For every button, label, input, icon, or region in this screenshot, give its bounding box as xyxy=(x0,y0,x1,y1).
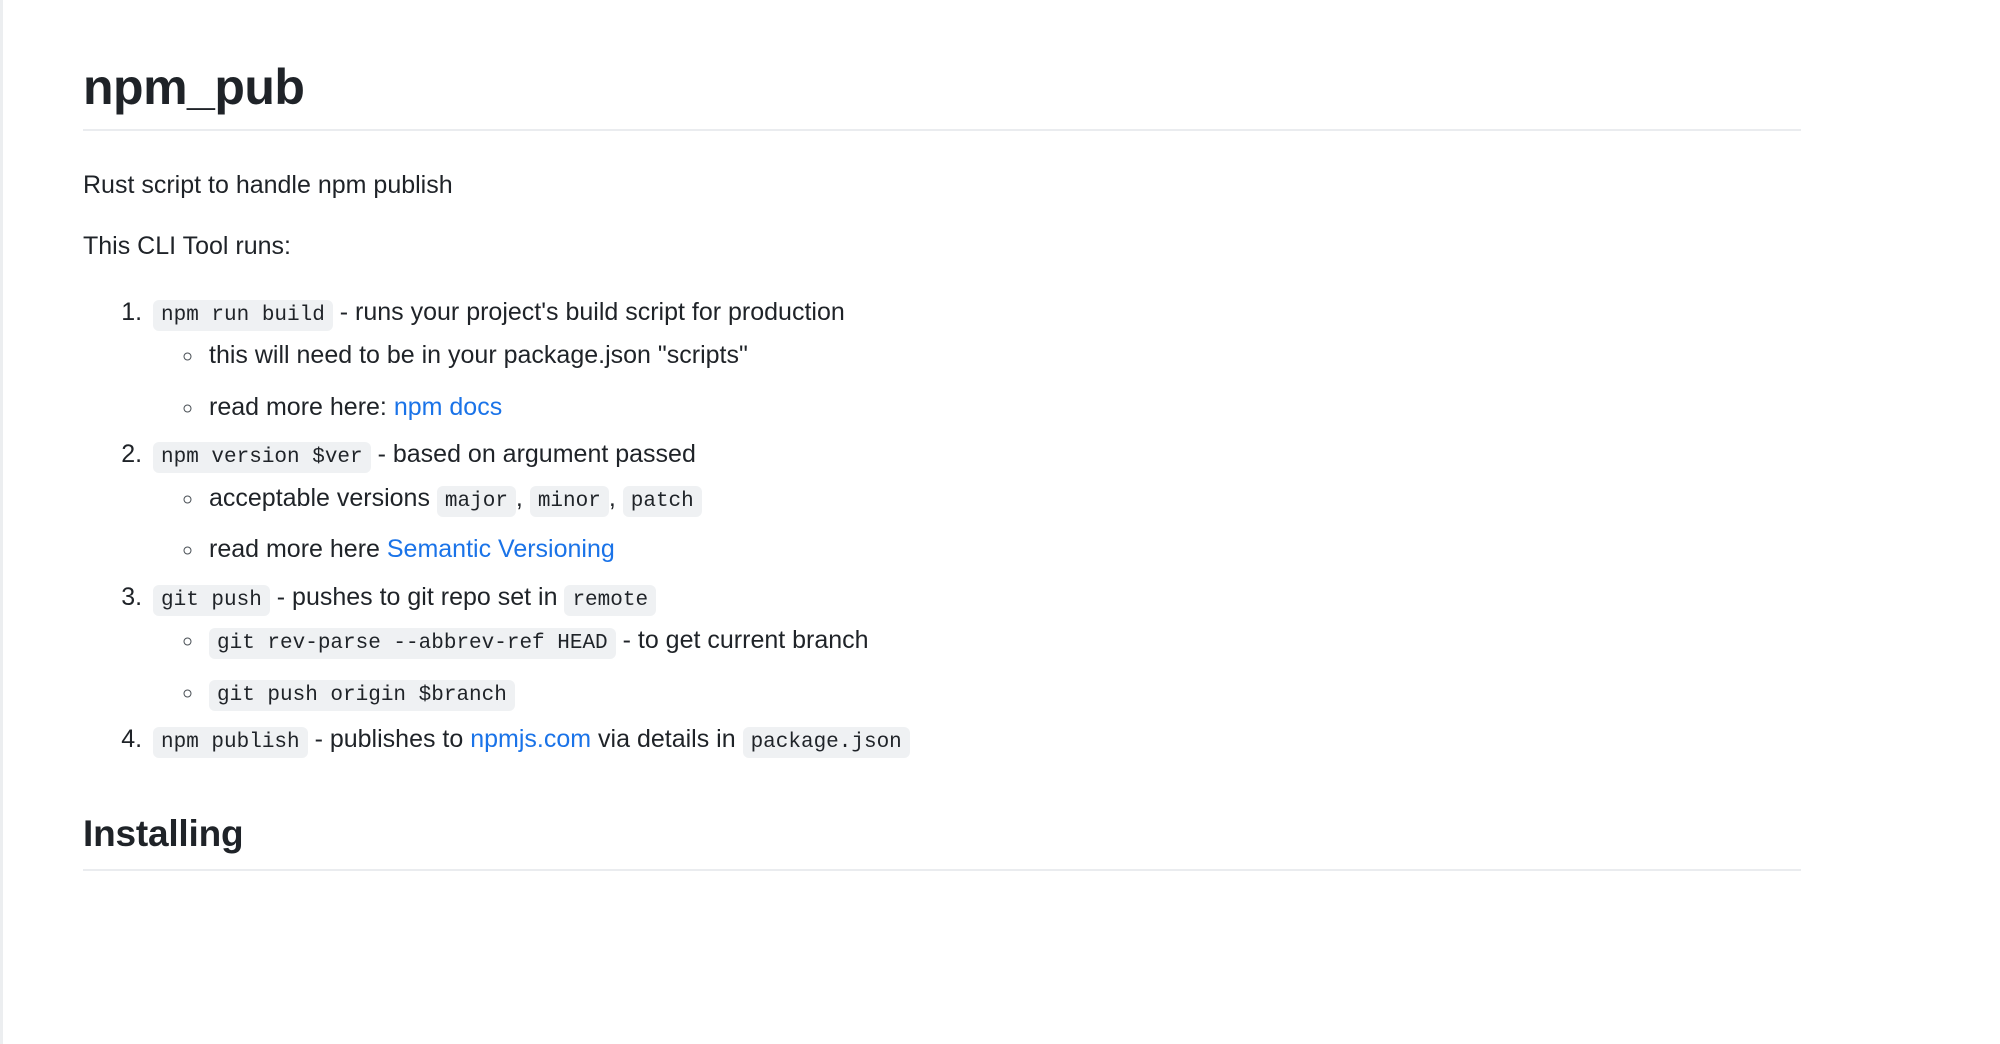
inline-code: git rev-parse --abbrev-ref HEAD xyxy=(209,628,616,659)
section-divider xyxy=(83,868,1801,871)
substep-text: this will need to be in your package.jso… xyxy=(209,341,748,369)
list-item: acceptable versions major, minor, patch xyxy=(205,480,1903,518)
step-text: - pushes to git repo set in xyxy=(269,582,565,611)
lead-paragraph: This CLI Tool runs: xyxy=(83,232,291,260)
inline-code: major xyxy=(436,485,516,517)
list-item: npm version $ver - based on argument pas… xyxy=(149,436,1903,569)
step-line: npm version $ver - based on argument pas… xyxy=(153,440,696,473)
readme-page: npm_pub Rust script to handle npm publis… xyxy=(0,0,2000,1044)
step-text: - publishes to xyxy=(307,725,471,753)
separator: , xyxy=(515,483,523,512)
page-title: npm_pub xyxy=(83,59,305,115)
inline-code: git push origin $branch xyxy=(209,679,515,711)
list-item: read more here: npm docs xyxy=(205,389,1903,427)
separator: , xyxy=(608,483,616,512)
inline-code: minor xyxy=(529,485,609,517)
inline-code: npm publish xyxy=(153,727,308,758)
list-item: npm publish - publishes to npmjs.com via… xyxy=(149,721,1903,759)
list-item: this will need to be in your package.jso… xyxy=(205,337,1903,375)
step-text: via details in xyxy=(591,725,743,753)
step-line: npm run build - runs your project's buil… xyxy=(153,297,845,331)
steps-list: npm run build - runs your project's buil… xyxy=(83,294,1903,759)
npm-docs-link[interactable]: npm docs xyxy=(394,393,502,421)
inline-code: npm run build xyxy=(153,299,333,331)
step-text: - runs your project's build script for p… xyxy=(332,297,845,326)
inline-code: patch xyxy=(622,485,702,517)
list-item: read more here Semantic Versioning xyxy=(205,531,1903,569)
readme-content: npm_pub Rust script to handle npm publis… xyxy=(83,0,1903,871)
list-item: git rev-parse --abbrev-ref HEAD - to get… xyxy=(205,622,1903,660)
list-item: git push - pushes to git repo set in rem… xyxy=(149,579,1903,712)
list-item: git push origin $branch xyxy=(205,674,1903,712)
substeps-list: git rev-parse --abbrev-ref HEAD - to get… xyxy=(153,622,1903,711)
substep-text: read more here: xyxy=(209,392,394,421)
inline-code: git push xyxy=(153,584,270,616)
list-item: npm run build - runs your project's buil… xyxy=(149,294,1903,427)
inline-code: npm version $ver xyxy=(153,442,371,473)
substep-text: - to get current branch xyxy=(615,626,869,654)
section-heading-installing: Installing xyxy=(83,812,244,854)
npmjs-link[interactable]: npmjs.com xyxy=(470,725,591,753)
intro-paragraph: Rust script to handle npm publish xyxy=(83,170,453,199)
substeps-list: this will need to be in your package.jso… xyxy=(153,337,1903,426)
step-text: - based on argument passed xyxy=(370,440,696,468)
inline-code: package.json xyxy=(742,727,910,758)
substeps-list: acceptable versions major, minor, patch … xyxy=(153,480,1903,569)
inline-code: remote xyxy=(564,584,657,616)
title-divider xyxy=(83,128,1801,131)
substep-text: acceptable versions xyxy=(209,483,437,512)
step-line: git push - pushes to git repo set in rem… xyxy=(153,582,657,616)
semantic-versioning-link[interactable]: Semantic Versioning xyxy=(387,535,615,563)
step-line: npm publish - publishes to npmjs.com via… xyxy=(153,725,910,758)
substep-text: read more here xyxy=(209,535,387,563)
